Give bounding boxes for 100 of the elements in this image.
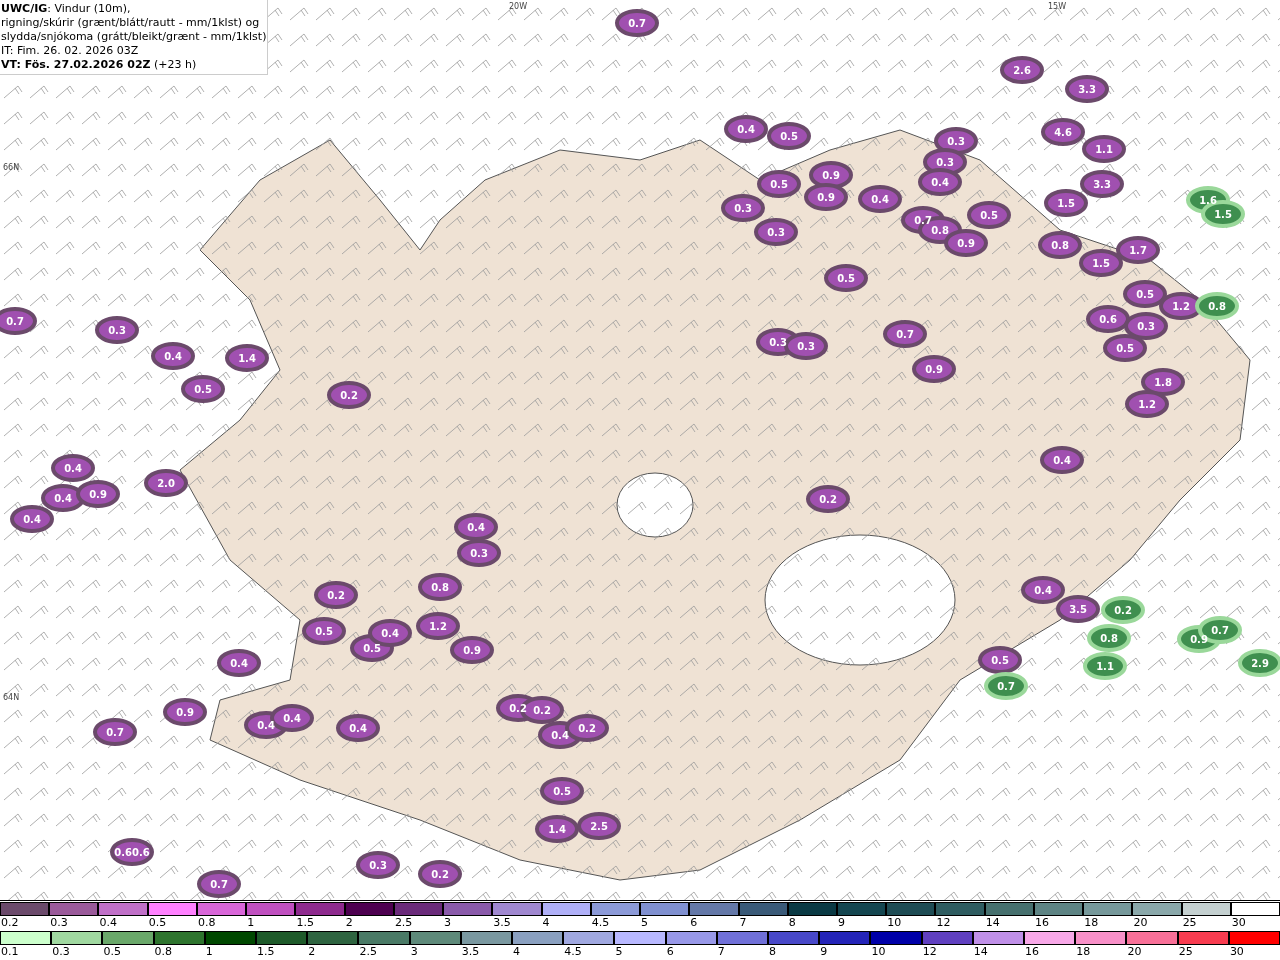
scale-label: 0.2 [0, 916, 19, 930]
precipitation-value: 1.2 [1138, 399, 1156, 410]
precipitation-value: 0.5 [780, 131, 798, 142]
scale-label: 25 [1181, 916, 1197, 930]
precipitation-value: 1.1 [1095, 144, 1113, 155]
precipitation-value: 0.60.6 [114, 847, 150, 858]
precipitation-value: 0.2 [327, 590, 345, 601]
precipitation-value: 3.3 [1078, 84, 1096, 95]
precipitation-value: 0.5 [980, 210, 998, 221]
precipitation-value: 0.2 [431, 869, 449, 880]
scale-label: 10 [886, 916, 902, 930]
precipitation-value: 0.4 [64, 463, 82, 474]
precipitation-value: 0.2 [509, 703, 527, 714]
precipitation-value: 0.5 [1136, 289, 1154, 300]
scale-label: 2.5 [358, 945, 377, 959]
precipitation-value: 0.8 [1100, 633, 1118, 644]
scale-label: 4 [512, 945, 521, 959]
precipitation-value: 0.3 [734, 203, 752, 214]
precipitation-value: 0.4 [871, 194, 889, 205]
precipitation-value: 2.6 [1013, 65, 1031, 76]
precipitation-value: 0.3 [936, 157, 954, 168]
scale-label: 14 [972, 945, 988, 959]
precipitation-value: 0.4 [257, 720, 275, 731]
scale-label: 9 [819, 945, 828, 959]
precipitation-value: 0.9 [822, 170, 840, 181]
scale-label: 2 [307, 945, 316, 959]
precipitation-value: 1.6 [1199, 195, 1217, 206]
scale-label: 16 [1033, 916, 1049, 930]
precipitation-value: 2.5 [590, 821, 608, 832]
precipitation-value: 1.7 [1129, 245, 1147, 256]
scale-label: 0.4 [98, 916, 117, 930]
precipitation-value: 0.2 [533, 705, 551, 716]
precipitation-value: 0.8 [931, 225, 949, 236]
scale-label: 9 [837, 916, 845, 930]
precipitation-value: 0.3 [369, 860, 387, 871]
scale-label: 0.3 [51, 945, 70, 959]
precipitation-value: 0.2 [819, 494, 837, 505]
precipitation-value: 0.5 [363, 643, 381, 654]
precipitation-value: 0.7 [106, 727, 124, 738]
scale-label: 18 [1083, 916, 1099, 930]
grid-label: 66N [3, 163, 20, 172]
scale-label: 5 [640, 916, 649, 930]
precipitation-value: 1.2 [429, 621, 447, 632]
scale-label: 2 [344, 916, 353, 930]
precipitation-value: 0.4 [230, 658, 248, 669]
header-line: slydda/snjókoma (grátt/bleikt/grænt - mm/1klst) [1, 30, 266, 44]
precipitation-value: 0.4 [381, 628, 399, 639]
precipitation-value: 0.4 [1053, 455, 1071, 466]
precipitation-value: 0.5 [1116, 343, 1134, 354]
precipitation-value: 1.5 [1057, 198, 1075, 209]
scale-label: 12 [935, 916, 951, 930]
precipitation-value: 0.7 [210, 879, 228, 890]
scale-label: 6 [689, 916, 698, 930]
precipitation-value: 3.3 [1093, 179, 1111, 190]
scale-label: 14 [984, 916, 1000, 930]
scale-label: 8 [787, 916, 796, 930]
scale-label: 4 [541, 916, 550, 930]
precipitation-value: 0.4 [1034, 585, 1052, 596]
scale-label: 0.3 [49, 916, 68, 930]
precipitation-value: 0.3 [769, 337, 787, 348]
precipitation-value: 0.9 [89, 489, 107, 500]
precipitation-value: 0.7 [628, 18, 646, 29]
scale-label: 7 [738, 916, 747, 930]
precipitation-value: 0.4 [349, 723, 367, 734]
scale-label: 0.5 [102, 945, 121, 959]
precipitation-value: 2.9 [1251, 658, 1269, 669]
precipitation-value: 0.6 [1099, 314, 1117, 325]
precipitation-value: 0.9 [925, 364, 943, 375]
precipitation-value: 1.8 [1154, 377, 1172, 388]
scale-label: 1 [246, 916, 255, 930]
precipitation-value: 0.7 [1211, 625, 1229, 636]
grid-label: 20W [508, 2, 528, 11]
scale-label: 8 [768, 945, 777, 959]
precipitation-value: 0.8 [1208, 301, 1226, 312]
precipitation-value: 1.5 [1092, 258, 1110, 269]
precipitation-value: 4.6 [1054, 127, 1072, 138]
precipitation-value: 1.4 [238, 353, 256, 364]
scale-label: 3 [443, 916, 452, 930]
precipitation-value: 0.4 [467, 522, 485, 533]
header-line: UWC/IG: Vindur (10m), [1, 2, 132, 16]
scale-label: 0.5 [147, 916, 167, 930]
scale-label: 10 [870, 945, 886, 959]
precipitation-value: 0.9 [817, 192, 835, 203]
precipitation-value: 1.1 [1096, 661, 1114, 672]
precipitation-value: 0.9 [463, 645, 481, 656]
precipitation-value: 0.2 [1114, 605, 1132, 616]
scale-label: 20 [1132, 916, 1148, 930]
precipitation-value: 0.4 [551, 730, 569, 741]
precipitation-value: 0.9 [1190, 634, 1208, 645]
precipitation-value: 0.7 [914, 215, 932, 226]
precipitation-value: 0.8 [431, 582, 449, 593]
scale-label: 30 [1230, 916, 1246, 930]
scale-label: 5 [614, 945, 623, 959]
scale-label: 0.8 [153, 945, 173, 959]
header-line: rigning/skúrir (grænt/blátt/rautt - mm/1klst) og [1, 16, 261, 30]
precipitation-value: 0.7 [6, 316, 24, 327]
precipitation-value: 0.9 [957, 238, 975, 249]
precipitation-value: 1.2 [1172, 301, 1190, 312]
scale-label: 4.5 [563, 945, 582, 959]
precipitation-value: 0.4 [54, 493, 72, 504]
